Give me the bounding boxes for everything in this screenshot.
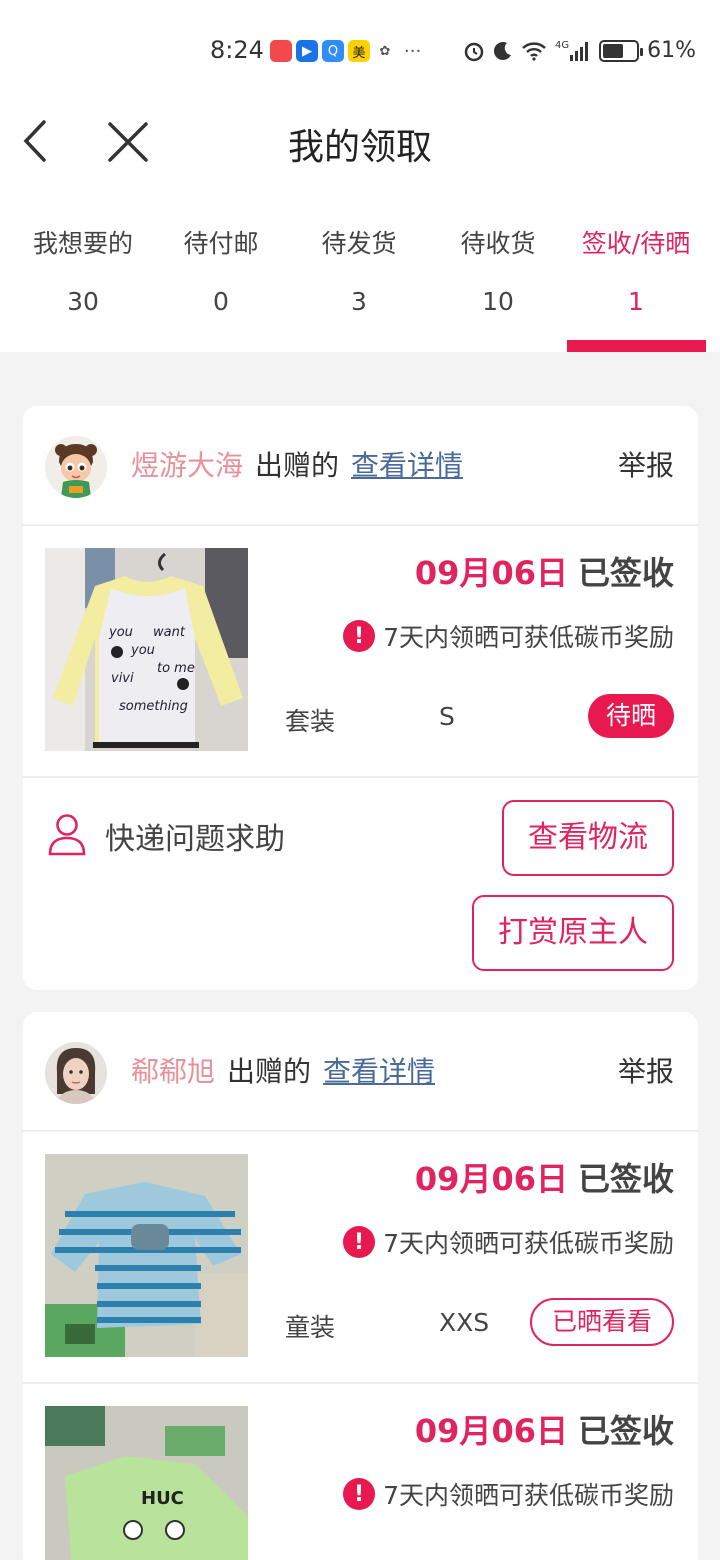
tab-count: 30 [67, 287, 99, 316]
date-text: 09月06日 [414, 1160, 568, 1198]
giver-verb: 出赠的 [255, 449, 340, 482]
avatar[interactable] [45, 436, 107, 498]
active-tab-indicator [567, 340, 706, 352]
avatar-photo-icon [45, 1042, 107, 1104]
tab-pending-shipment[interactable]: 待发货 3 [290, 224, 428, 318]
view-logistics-button[interactable]: 查看物流 [502, 800, 674, 876]
item-photo-shirt-image: you want you to me vivi something [45, 548, 248, 751]
wifi-icon [522, 41, 546, 61]
shirt-print-text: HUC [141, 1488, 184, 1509]
exclamation-icon: ! [343, 620, 376, 652]
app-search-icon: Q [322, 40, 344, 62]
card-header: 郗郗旭 出赠的 查看详情 举报 [23, 1012, 698, 1132]
status-text: 已签收 [577, 1160, 674, 1198]
app-red-icon [270, 40, 292, 62]
shirt-print-text: want [153, 625, 186, 640]
nav-bar: 我的领取 [0, 104, 720, 184]
view-details-link[interactable]: 查看详情 [351, 444, 463, 484]
user-icon[interactable] [47, 812, 87, 856]
report-button[interactable]: 举报 [618, 444, 674, 484]
reward-tip-text: 7天内领晒可获低碳币奖励 [383, 1229, 674, 1258]
item-photo-green-shirt-image: HUC [45, 1406, 248, 1560]
status-tabs: 我想要的 30 待付邮 0 待发货 3 待收货 10 签收/待晒 1 [0, 184, 720, 352]
tab-label: 待发货 [321, 229, 397, 258]
tab-signed-to-share[interactable]: 签收/待晒 1 [567, 224, 705, 318]
date-text: 09月06日 [414, 1412, 568, 1450]
view-share-badge[interactable]: 已晒看看 [529, 1298, 674, 1346]
status-app-icons: ▶ Q 美 ✿ ··· [270, 40, 421, 62]
giver-line: 煜游大海 出赠的 查看详情 [131, 444, 463, 484]
tab-count: 10 [482, 287, 514, 316]
tip-original-owner-button[interactable]: 打赏原主人 [472, 895, 674, 971]
avatar[interactable] [45, 1042, 107, 1104]
status-time: 8:24 [210, 36, 264, 64]
sign-date: 09月06日 已签收 [415, 548, 674, 594]
tab-count: 3 [351, 287, 367, 316]
tab-label: 签收/待晒 [581, 229, 691, 258]
tab-label: 待收货 [460, 229, 536, 258]
exclamation-icon: ! [343, 1226, 376, 1258]
order-card: 煜游大海 出赠的 查看详情 举报 you want you to me vivi… [23, 406, 698, 990]
item-photo[interactable]: HUC [45, 1406, 248, 1560]
giver-name[interactable]: 煜游大海 [131, 444, 243, 484]
avatar-cartoon-girl-icon [45, 436, 107, 498]
order-item[interactable]: you want you to me vivi something 09月06日… [23, 526, 698, 778]
order-card: 郗郗旭 出赠的 查看详情 举报 09月06日 已签收 ! 7天内领晒可获低碳币奖… [23, 1012, 698, 1560]
status-right: 4G 61% [463, 38, 696, 63]
meituan-icon: 美 [348, 40, 370, 62]
sign-date: 09月06日 已签收 [415, 1154, 674, 1200]
tab-count: 0 [213, 287, 229, 316]
shirt-print-text: you [108, 625, 133, 640]
shirt-print-text: vivi [111, 671, 134, 686]
order-item[interactable]: HUC 09月06日 已签收 ! 7天内领晒可获低碳币奖励 [23, 1384, 698, 1560]
item-category: 套装 [285, 707, 336, 736]
alarm-icon [464, 42, 484, 61]
signal-icon [570, 41, 589, 61]
card-header: 煜游大海 出赠的 查看详情 举报 [23, 406, 698, 526]
network-type: 4G [554, 40, 570, 51]
item-size: XXS [439, 1308, 490, 1337]
battery-icon [599, 39, 644, 62]
tab-pending-postage[interactable]: 待付邮 0 [152, 224, 290, 318]
moon-icon [493, 41, 511, 60]
shirt-print-text: you [130, 643, 155, 658]
tab-count: 1 [628, 287, 644, 316]
tab-wanted[interactable]: 我想要的 30 [14, 224, 152, 318]
status-text: 已签收 [577, 554, 674, 592]
share-pending-badge[interactable]: 待晒 [587, 694, 674, 738]
status-bar: 8:24 ▶ Q 美 ✿ ··· 4G 61% [0, 0, 720, 104]
status-text: 已签收 [577, 1412, 674, 1450]
tab-label: 待付邮 [183, 229, 259, 258]
reward-tip-text: 7天内领晒可获低碳币奖励 [383, 1481, 674, 1510]
reward-tip: ! 7天内领晒可获低碳币奖励 [343, 1476, 674, 1512]
view-details-link[interactable]: 查看详情 [323, 1050, 435, 1090]
tab-pending-receipt[interactable]: 待收货 10 [429, 224, 567, 318]
item-category: 童装 [285, 1313, 336, 1342]
battery-percent: 61% [647, 38, 696, 63]
wechat-icon: ✿ [379, 43, 391, 59]
item-photo[interactable]: you want you to me vivi something [45, 548, 248, 751]
order-item[interactable]: 09月06日 已签收 ! 7天内领晒可获低碳币奖励 童装 XXS 已晒看看 [23, 1132, 698, 1384]
card-actions: 快递问题求助 查看物流 打赏原主人 [23, 778, 698, 990]
shirt-print-text: to me [157, 661, 195, 676]
exclamation-icon: ! [343, 1478, 376, 1510]
shirt-print-text: something [119, 699, 188, 714]
sign-date: 09月06日 已签收 [415, 1406, 674, 1452]
giver-verb: 出赠的 [227, 1055, 312, 1088]
item-photo[interactable] [45, 1154, 248, 1357]
reward-tip: ! 7天内领晒可获低碳币奖励 [343, 1224, 674, 1260]
report-button[interactable]: 举报 [618, 1050, 674, 1090]
app-flag-icon: ▶ [296, 40, 318, 62]
date-text: 09月06日 [414, 554, 568, 592]
tab-label: 我想要的 [32, 229, 133, 258]
reward-tip-text: 7天内领晒可获低碳币奖励 [383, 623, 674, 652]
giver-line: 郗郗旭 出赠的 查看详情 [131, 1050, 435, 1090]
page-title: 我的领取 [287, 127, 432, 168]
giver-name[interactable]: 郗郗旭 [131, 1050, 215, 1090]
delivery-help-link[interactable]: 快递问题求助 [105, 814, 285, 858]
item-photo-striped-shirt-image [45, 1154, 248, 1357]
item-size: S [439, 702, 455, 731]
more-notifications-icon: ··· [404, 40, 422, 62]
reward-tip: ! 7天内领晒可获低碳币奖励 [343, 618, 674, 654]
